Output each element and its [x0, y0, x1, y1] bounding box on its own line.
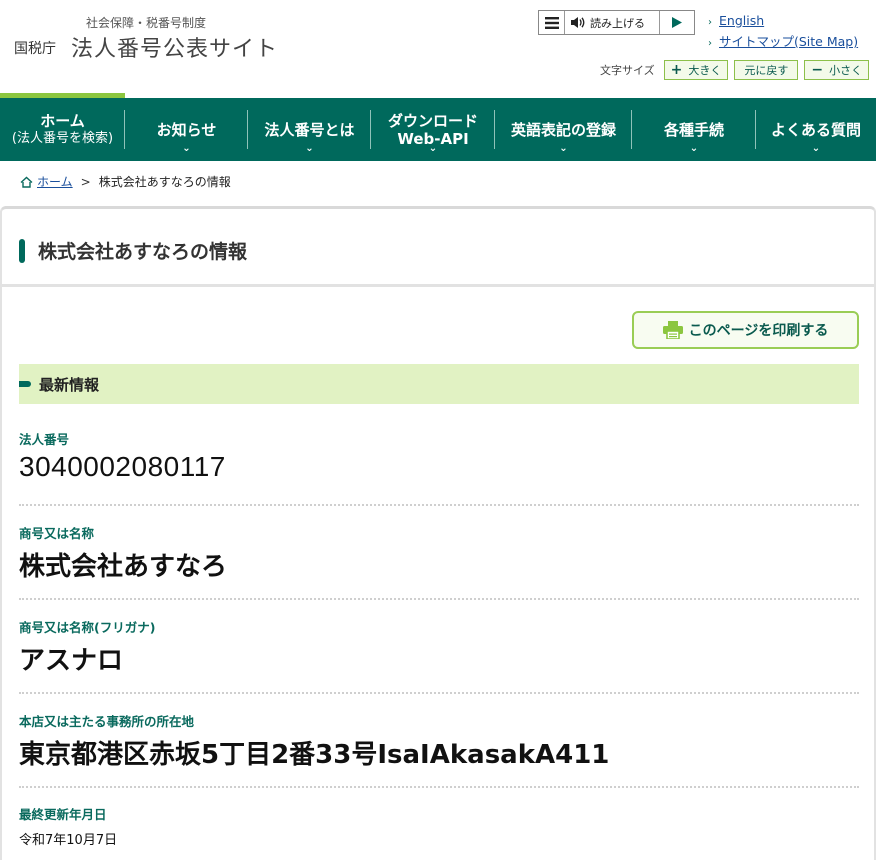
section-marker — [19, 381, 31, 387]
nav-item-label: 法人番号とは — [264, 120, 355, 139]
plus-icon: + — [670, 62, 683, 78]
english-link-row: › English — [708, 11, 858, 32]
title-marker — [19, 239, 25, 263]
field-value: 令和7年10月7日 — [19, 833, 118, 848]
chevron-down-icon: ⌄ — [559, 143, 568, 154]
logo-site-name: 法人番号公表サイト — [71, 37, 279, 62]
play-button[interactable] — [660, 11, 694, 34]
nav-item-sublabel: (法人番号を検索) — [11, 130, 114, 146]
field-corporate-number: 法人番号 3040002080117 — [19, 429, 859, 483]
font-smaller-label: 小さく — [829, 64, 863, 77]
font-larger-button[interactable]: + 大きく — [663, 60, 729, 80]
nav-item-download[interactable]: ダウンロード Web-API ⌄ — [371, 98, 495, 161]
chevron-right-icon: › — [708, 38, 712, 49]
nav-item-home[interactable]: ホーム (法人番号を検索) — [0, 98, 125, 161]
read-aloud-label: 読み上げる — [590, 16, 645, 30]
field-address: 本店又は主たる事務所の所在地 東京都港区赤坂5丁目2番33号IsaIAkasak… — [19, 711, 859, 771]
nav-item-label: よくある質問 — [770, 120, 861, 139]
nav-item-label: 各種手続 — [663, 120, 724, 139]
nav-item-label: ダウンロード — [387, 111, 478, 130]
play-icon — [672, 17, 682, 28]
font-larger-label: 大きく — [688, 64, 722, 77]
menu-icon — [544, 16, 559, 29]
nav-item-label: ホーム — [40, 111, 85, 130]
section-title: 最新情報 — [39, 375, 100, 394]
breadcrumb-home-link[interactable]: ホーム — [37, 173, 73, 190]
chevron-down-icon: ⌄ — [182, 143, 191, 154]
logo-agency: 国税庁 — [14, 41, 56, 57]
sitemap-link-row: › サイトマップ(Site Map) — [708, 32, 858, 53]
page-title: 株式会社あすなろの情報 — [38, 241, 248, 263]
breadcrumb-current: 株式会社あすなろの情報 — [98, 175, 231, 189]
chevron-down-icon: ⌄ — [811, 143, 821, 154]
nav-item-about[interactable]: 法人番号とは ⌄ — [248, 98, 371, 161]
nav-item-procedures[interactable]: 各種手続 ⌄ — [632, 98, 756, 161]
home-icon — [20, 176, 33, 188]
read-aloud-toolbar: 読み上げる — [538, 10, 695, 35]
field-label: 法人番号 — [19, 432, 70, 447]
field-trade-name: 商号又は名称 株式会社あすなろ — [19, 523, 859, 583]
field-divider — [19, 692, 859, 694]
printer-icon — [662, 321, 683, 339]
print-page-button[interactable]: このページを印刷する — [632, 311, 859, 349]
field-label: 商号又は名称(フリガナ) — [19, 620, 156, 635]
section-header: 最新情報 — [19, 364, 859, 404]
chevron-right-icon: › — [708, 17, 712, 28]
logo-subtitle: 社会保障・税番号制度 — [86, 16, 207, 30]
nav-item-english-registration[interactable]: 英語表記の登録 ⌄ — [495, 98, 632, 161]
field-value: 3040002080117 — [19, 451, 226, 482]
chevron-down-icon: ⌄ — [428, 143, 438, 154]
speaker-icon — [571, 17, 585, 28]
font-size-label: 文字サイズ — [600, 64, 655, 77]
global-nav: ホーム (法人番号を検索) お知らせ ⌄ 法人番号とは ⌄ ダウンロード Web… — [0, 98, 876, 161]
breadcrumb-separator: > — [80, 174, 91, 189]
chevron-down-icon: ⌄ — [305, 143, 314, 154]
field-value: 東京都港区赤坂5丁目2番33号IsaIAkasakA411 — [19, 740, 610, 770]
page-title-bar: 株式会社あすなろの情報 — [2, 209, 874, 287]
breadcrumb: ホーム > 株式会社あすなろの情報 — [20, 173, 231, 190]
font-reset-button[interactable]: 元に戻す — [734, 60, 799, 80]
nav-item-label: お知らせ — [156, 120, 217, 139]
toolbar-menu-button[interactable] — [539, 11, 565, 34]
field-label: 本店又は主たる事務所の所在地 — [19, 714, 195, 729]
nav-item-label: 英語表記の登録 — [510, 120, 616, 139]
font-reset-label: 元に戻す — [744, 64, 789, 77]
english-link[interactable]: English — [719, 13, 764, 28]
field-label: 最終更新年月日 — [19, 807, 107, 822]
header-links: › English › サイトマップ(Site Map) — [708, 11, 858, 53]
font-size-controls: 文字サイズ + 大きく 元に戻す − 小さく — [600, 60, 875, 80]
nav-item-news[interactable]: お知らせ ⌄ — [125, 98, 248, 161]
field-last-updated: 最終更新年月日 令和7年10月7日 — [19, 804, 859, 848]
main-panel: 株式会社あすなろの情報 このページを印刷する 最新情報 法人番号 3040002… — [0, 206, 876, 860]
chevron-down-icon: ⌄ — [689, 143, 699, 154]
font-smaller-button[interactable]: − 小さく — [804, 60, 870, 80]
field-value: 株式会社あすなろ — [19, 552, 228, 582]
field-divider — [19, 504, 859, 506]
field-trade-name-kana: 商号又は名称(フリガナ) アスナロ — [19, 617, 859, 677]
read-aloud-button[interactable]: 読み上げる — [565, 11, 660, 34]
site-header: 社会保障・税番号制度 国税庁 法人番号公表サイト 読み上げる › English … — [0, 0, 876, 95]
field-value: アスナロ — [19, 646, 124, 676]
nav-item-faq[interactable]: よくある質問 ⌄ — [756, 98, 876, 161]
field-divider — [19, 786, 859, 788]
minus-icon: − — [811, 62, 824, 78]
field-label: 商号又は名称 — [19, 526, 95, 541]
field-divider — [19, 598, 859, 600]
sitemap-link[interactable]: サイトマップ(Site Map) — [719, 34, 858, 49]
print-page-label: このページを印刷する — [688, 323, 829, 339]
